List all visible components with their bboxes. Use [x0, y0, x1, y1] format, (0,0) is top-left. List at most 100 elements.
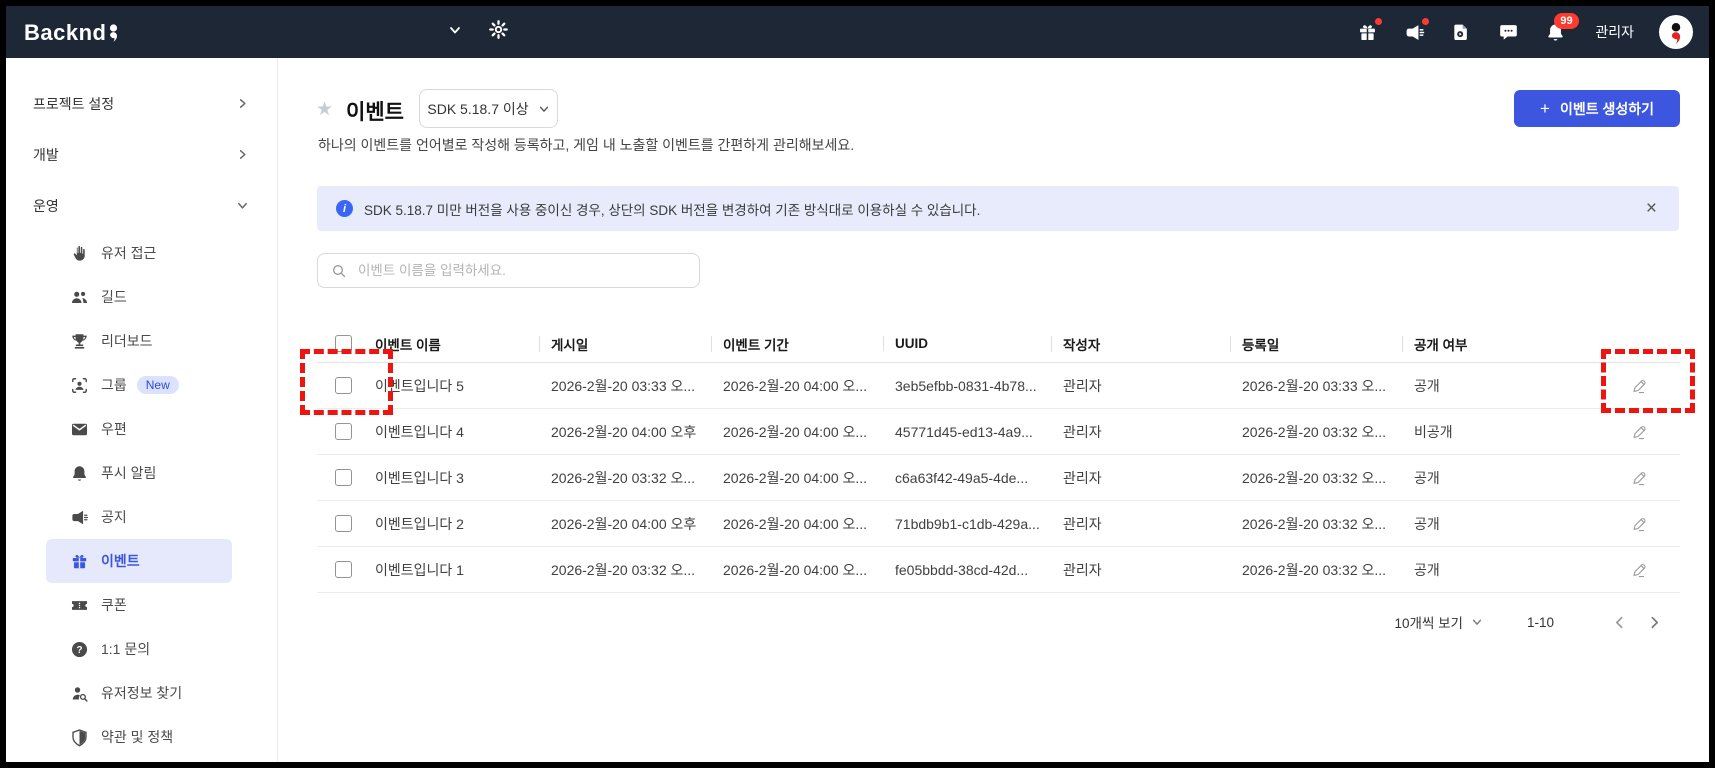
- events-table: 이벤트 이름 게시일 이벤트 기간 UUID 작성자 등록일 공개 여부 이벤트…: [317, 325, 1680, 593]
- column-header-visibility[interactable]: 공개 여부: [1402, 334, 1579, 354]
- plus-icon: +: [1540, 98, 1550, 118]
- sidebar-item-notice[interactable]: 공지: [46, 495, 232, 539]
- question-icon: ?: [70, 640, 89, 659]
- pagination: 10개씩 보기 1-10: [278, 606, 1680, 638]
- info-banner: i SDK 5.18.7 미만 버전을 사용 중이신 경우, 상단의 SDK 버…: [317, 186, 1679, 231]
- column-header-author[interactable]: 작성자: [1051, 334, 1230, 354]
- row-checkbox[interactable]: [335, 377, 352, 394]
- visibility: 공개: [1414, 515, 1440, 532]
- sidebar-item-user-access[interactable]: 유저 접근: [46, 231, 232, 275]
- sidebar-section-operations[interactable]: 운영: [6, 180, 277, 231]
- sidebar-item-mail[interactable]: 우편: [46, 407, 232, 451]
- column-header-registered[interactable]: 등록일: [1230, 334, 1402, 354]
- banner-close-icon[interactable]: ×: [1646, 199, 1657, 218]
- column-header-published[interactable]: 게시일: [539, 334, 711, 354]
- event-period: 2026-2월-20 04:00 오...: [723, 377, 868, 394]
- project-chevron-down-icon[interactable]: [448, 23, 462, 42]
- previous-page-icon[interactable]: [1612, 615, 1627, 630]
- search-icon: [333, 264, 346, 277]
- event-name: 이벤트입니다 3: [375, 469, 464, 486]
- sdk-version-selector[interactable]: SDK 5.18.7 이상: [419, 89, 558, 128]
- sidebar-sub-list: 유저 접근 길드 리더보드 그룹 New 우편 푸시 알림 공지 이벤트 쿠폰 …: [6, 231, 277, 759]
- registered-date: 2026-2월-20 03:32 오...: [1242, 423, 1387, 440]
- chat-icon[interactable]: [1497, 21, 1519, 43]
- mail-icon: [70, 420, 89, 439]
- megaphone-icon: [70, 508, 89, 527]
- page-title: 이벤트: [346, 101, 404, 124]
- visibility: 비공개: [1414, 423, 1453, 440]
- sidebar-item-coupon[interactable]: 쿠폰: [46, 583, 232, 627]
- column-header-period[interactable]: 이벤트 기간: [711, 334, 883, 354]
- event-name: 이벤트입니다 5: [375, 377, 464, 394]
- chevron-down-icon: [1472, 619, 1482, 625]
- table-row: 이벤트입니다 4 2026-2월-20 04:00 오후 2026-2월-20 …: [317, 409, 1680, 455]
- sidebar-item-guild[interactable]: 길드: [46, 275, 232, 319]
- edit-icon[interactable]: [1628, 421, 1650, 443]
- sidebar-section-development[interactable]: 개발: [6, 129, 277, 180]
- published-date: 2026-2월-20 03:32 오...: [551, 561, 696, 578]
- author: 관리자: [1063, 469, 1102, 486]
- sidebar-item-group[interactable]: 그룹 New: [46, 363, 232, 407]
- gift-icon[interactable]: [1356, 18, 1383, 43]
- table-row: 이벤트입니다 3 2026-2월-20 03:32 오... 2026-2월-2…: [317, 455, 1680, 501]
- sidebar-item-label: 유저 접근: [101, 245, 157, 261]
- edit-icon[interactable]: [1628, 467, 1650, 489]
- row-checkbox[interactable]: [335, 469, 352, 486]
- sidebar-item-event[interactable]: 이벤트: [46, 539, 232, 583]
- gift-alert-dot: [1375, 18, 1383, 25]
- sidebar-item-terms-policy[interactable]: 약관 및 정책: [46, 715, 232, 759]
- user-label: 관리자: [1595, 24, 1634, 40]
- sidebar-item-label: 유저정보 찾기: [101, 685, 183, 701]
- published-date: 2026-2월-20 04:00 오후: [551, 423, 697, 440]
- section-label: 프로젝트 설정: [33, 95, 115, 112]
- people-icon: [70, 288, 89, 307]
- registered-date: 2026-2월-20 03:32 오...: [1242, 561, 1387, 578]
- avatar[interactable]: [1659, 15, 1693, 49]
- uuid: 45771d45-ed13-4a9...: [895, 423, 1033, 440]
- edit-icon[interactable]: [1628, 559, 1650, 581]
- column-header-uuid[interactable]: UUID: [883, 336, 1051, 351]
- page-description: 하나의 이벤트를 언어별로 작성해 등록하고, 게임 내 노출할 이벤트를 간편…: [318, 137, 855, 153]
- edit-icon[interactable]: [1628, 513, 1650, 535]
- table-row: 이벤트입니다 1 2026-2월-20 03:32 오... 2026-2월-2…: [317, 547, 1680, 593]
- sidebar-section-project-settings[interactable]: 프로젝트 설정: [6, 78, 277, 129]
- favorite-star-icon[interactable]: ★: [316, 98, 333, 121]
- published-date: 2026-2월-20 03:33 오...: [551, 377, 696, 394]
- megaphone-alert-dot: [1422, 18, 1430, 25]
- published-date: 2026-2월-20 03:32 오...: [551, 469, 696, 486]
- page-size-selector[interactable]: 10개씩 보기: [1395, 612, 1483, 632]
- sidebar-item-inquiry[interactable]: ? 1:1 문의: [46, 627, 232, 671]
- column-header-name[interactable]: 이벤트 이름: [361, 334, 539, 354]
- row-checkbox[interactable]: [335, 423, 352, 440]
- trophy-icon: [70, 332, 89, 351]
- settings-gear-icon[interactable]: [488, 19, 509, 45]
- section-label: 개발: [33, 146, 59, 163]
- table-row: 이벤트입니다 5 2026-2월-20 03:33 오... 2026-2월-2…: [317, 363, 1680, 409]
- chevron-down-icon: [238, 202, 247, 209]
- sdk-version-label: SDK 5.18.7 이상: [427, 100, 529, 117]
- app-window: Backnd 99 관리자 프로젝트 설정 개발 운영 유저 접근 길드 리더보…: [6, 6, 1709, 762]
- search-input[interactable]: [358, 263, 689, 278]
- search-box: [317, 253, 700, 288]
- registered-date: 2026-2월-20 03:32 오...: [1242, 515, 1387, 532]
- logo-mark-icon: [110, 23, 118, 42]
- next-page-icon[interactable]: [1647, 615, 1662, 630]
- author: 관리자: [1063, 377, 1102, 394]
- document-icon[interactable]: [1450, 21, 1472, 43]
- bell-icon[interactable]: 99: [1544, 13, 1579, 43]
- sidebar-item-push-notification[interactable]: 푸시 알림: [46, 451, 232, 495]
- published-date: 2026-2월-20 04:00 오후: [551, 515, 697, 532]
- create-event-button[interactable]: + 이벤트 생성하기: [1514, 90, 1680, 127]
- sidebar-item-leaderboard[interactable]: 리더보드: [46, 319, 232, 363]
- megaphone-icon[interactable]: [1403, 18, 1430, 43]
- row-checkbox[interactable]: [335, 561, 352, 578]
- sidebar-item-user-search[interactable]: 유저정보 찾기: [46, 671, 232, 715]
- visibility: 공개: [1414, 561, 1440, 578]
- select-all-checkbox[interactable]: [335, 335, 352, 352]
- row-checkbox[interactable]: [335, 515, 352, 532]
- sidebar: 프로젝트 설정 개발 운영 유저 접근 길드 리더보드 그룹 New 우편 푸시…: [6, 58, 278, 762]
- uuid: c6a63f42-49a5-4de...: [895, 469, 1029, 486]
- edit-icon[interactable]: [1628, 375, 1650, 397]
- event-period: 2026-2월-20 04:00 오...: [723, 423, 868, 440]
- event-period: 2026-2월-20 04:00 오...: [723, 469, 868, 486]
